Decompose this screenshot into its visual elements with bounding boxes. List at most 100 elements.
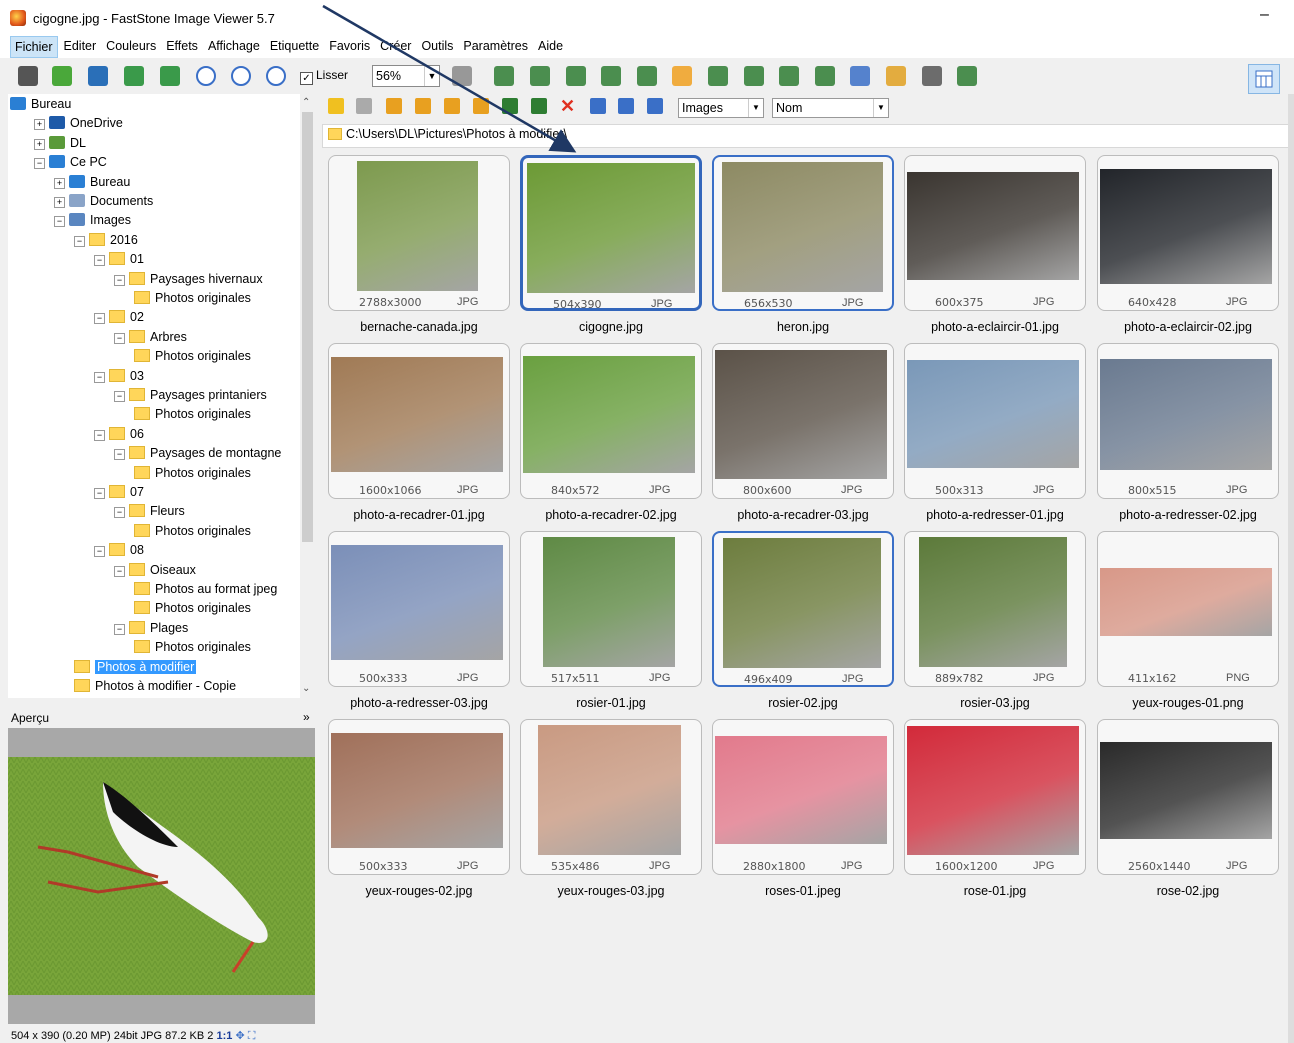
file-filter-select[interactable]: Images ▼	[678, 98, 764, 118]
thumbnail-card[interactable]: 496x409 JPG	[712, 531, 894, 687]
move-to-icon[interactable]	[531, 98, 547, 114]
file-name[interactable]: photo-a-eclaircir-02.jpg	[1092, 320, 1284, 334]
minimize-button[interactable]: –	[1260, 6, 1274, 24]
tree-item[interactable]: − 01	[94, 252, 144, 270]
file-name[interactable]: rose-01.jpg	[899, 884, 1091, 898]
tree-item[interactable]: Photos originales	[134, 640, 251, 658]
collapse-icon[interactable]: −	[114, 507, 125, 519]
rotate-right-icon[interactable]	[744, 66, 764, 86]
tree-item[interactable]: − 08	[94, 543, 144, 561]
text-icon[interactable]	[601, 66, 621, 86]
chevron-down-icon[interactable]: ▼	[873, 99, 888, 117]
file-name[interactable]: yeux-rouges-02.jpg	[323, 884, 515, 898]
tree-item[interactable]: − Paysages de montagne	[114, 446, 281, 464]
thumbnail-card[interactable]: 535x486 JPG	[520, 719, 702, 875]
chevron-down-icon[interactable]: ▼	[424, 66, 439, 86]
checkbox-icon[interactable]: ✓	[300, 72, 313, 85]
menu-couleurs[interactable]: Couleurs	[102, 36, 160, 58]
list-view-icon[interactable]	[618, 98, 634, 114]
tree-item[interactable]: − Oiseaux	[114, 562, 196, 581]
preview-collapse-icon[interactable]: »	[303, 710, 310, 724]
draw-icon[interactable]	[850, 66, 870, 86]
collapse-icon[interactable]: −	[94, 371, 105, 383]
menu-effets[interactable]: Effets	[162, 36, 202, 58]
thumbnail-card[interactable]: 504x390 JPG	[520, 155, 702, 311]
brightness-icon[interactable]	[672, 66, 692, 86]
file-name[interactable]: photo-a-eclaircir-01.jpg	[899, 320, 1091, 334]
menu-fichier[interactable]: Fichier	[10, 36, 58, 58]
tree-item[interactable]: Photos à modifier - Copie	[74, 679, 236, 697]
menu-affichage[interactable]: Affichage	[204, 36, 264, 58]
file-name[interactable]: photo-a-redresser-02.jpg	[1092, 508, 1284, 522]
thumbnail-card[interactable]: 500x313 JPG	[904, 343, 1086, 499]
thumbnail-card[interactable]: 2788x3000 JPG	[328, 155, 510, 311]
expand-icon[interactable]: +	[54, 197, 65, 208]
file-name[interactable]: rosier-01.jpg	[515, 696, 707, 710]
expand-icon[interactable]: +	[34, 138, 45, 150]
file-name[interactable]: cigogne.jpg	[515, 320, 707, 334]
menu-favoris[interactable]: Favoris	[325, 36, 374, 58]
ratio-button[interactable]: 1:1	[216, 1030, 232, 1042]
file-name[interactable]: photo-a-redresser-03.jpg	[323, 696, 515, 710]
smooth-checkbox[interactable]: ✓ Lisser	[300, 68, 348, 85]
tree-item[interactable]: − Arbres	[114, 329, 187, 348]
file-name[interactable]: photo-a-recadrer-03.jpg	[707, 508, 899, 522]
previous-icon[interactable]	[124, 66, 144, 86]
email-icon[interactable]	[886, 66, 906, 86]
file-name[interactable]: yeux-rouges-03.jpg	[515, 884, 707, 898]
menu-outils[interactable]: Outils	[417, 36, 457, 58]
tree-item[interactable]: Photos originales	[134, 291, 251, 309]
collapse-icon[interactable]: −	[114, 623, 125, 635]
up-folder-icon[interactable]	[386, 98, 402, 114]
file-name[interactable]: bernache-canada.jpg	[323, 320, 515, 334]
file-name[interactable]: rosier-02.jpg	[707, 696, 899, 710]
tree-item[interactable]: − 2016	[74, 232, 138, 251]
expand-icon[interactable]: +	[34, 119, 45, 131]
camera-icon[interactable]	[18, 66, 38, 86]
collapse-icon[interactable]: −	[94, 546, 105, 558]
resize-icon[interactable]	[815, 66, 835, 86]
file-name[interactable]: rose-02.jpg	[1092, 884, 1284, 898]
menu-etiquette[interactable]: Etiquette	[266, 36, 323, 58]
new-folder-icon[interactable]	[444, 98, 460, 114]
tree-item[interactable]: − Paysages printaniers	[114, 388, 267, 406]
forward-icon[interactable]	[356, 98, 372, 114]
tree-item[interactable]: Photos originales	[134, 523, 251, 542]
collapse-icon[interactable]: −	[94, 488, 105, 499]
tree-item[interactable]: − 06	[94, 426, 144, 445]
file-name[interactable]: photo-a-recadrer-02.jpg	[515, 508, 707, 522]
rotate-left-icon[interactable]	[708, 66, 728, 86]
file-name[interactable]: rosier-03.jpg	[899, 696, 1091, 710]
print-icon[interactable]	[922, 66, 942, 86]
thumbnail-card[interactable]: 889x782 JPG	[904, 531, 1086, 687]
collapse-icon[interactable]: −	[94, 255, 105, 267]
menu-parametres[interactable]: Paramètres	[459, 36, 532, 58]
tree-item[interactable]: − Paysages hivernaux	[114, 271, 263, 290]
thumbnail-card[interactable]: 1600x1066 JPG	[328, 343, 510, 499]
tree-item[interactable]: Photos originales	[134, 407, 251, 425]
thumbnail-card[interactable]: 411x162 PNG	[1097, 531, 1279, 687]
tree-item[interactable]: Bureau	[10, 97, 71, 115]
tree-item[interactable]: − Ce PC	[34, 155, 107, 173]
actual-size-icon[interactable]	[266, 66, 286, 86]
file-name[interactable]: photo-a-recadrer-01.jpg	[323, 508, 515, 522]
tree-item[interactable]: − 07	[94, 485, 144, 503]
collapse-icon[interactable]: −	[94, 313, 105, 325]
tree-item[interactable]: + Bureau	[54, 174, 130, 193]
crop-icon[interactable]	[566, 66, 586, 86]
back-icon[interactable]	[328, 98, 344, 114]
thumbnail-card[interactable]: 800x515 JPG	[1097, 343, 1279, 499]
fullscreen-icon[interactable]: ⛶	[248, 1030, 256, 1042]
hand-tool-icon[interactable]	[452, 66, 472, 86]
file-name[interactable]: heron.jpg	[707, 320, 899, 334]
scroll-down-icon[interactable]: ⌄	[302, 683, 310, 694]
collapse-icon[interactable]: −	[74, 235, 85, 247]
copy-to-icon[interactable]	[502, 98, 518, 114]
zoom-in-icon[interactable]	[196, 66, 216, 86]
layout-toggle-button[interactable]	[1248, 64, 1280, 94]
fit-icon[interactable]: ✥	[235, 1030, 244, 1042]
detail-view-icon[interactable]	[647, 98, 663, 114]
tree-item[interactable]: + OneDrive	[34, 116, 123, 134]
thumbnail-card[interactable]: 1600x1200 JPG	[904, 719, 1086, 875]
scroll-up-icon[interactable]: ⌃	[302, 97, 310, 108]
